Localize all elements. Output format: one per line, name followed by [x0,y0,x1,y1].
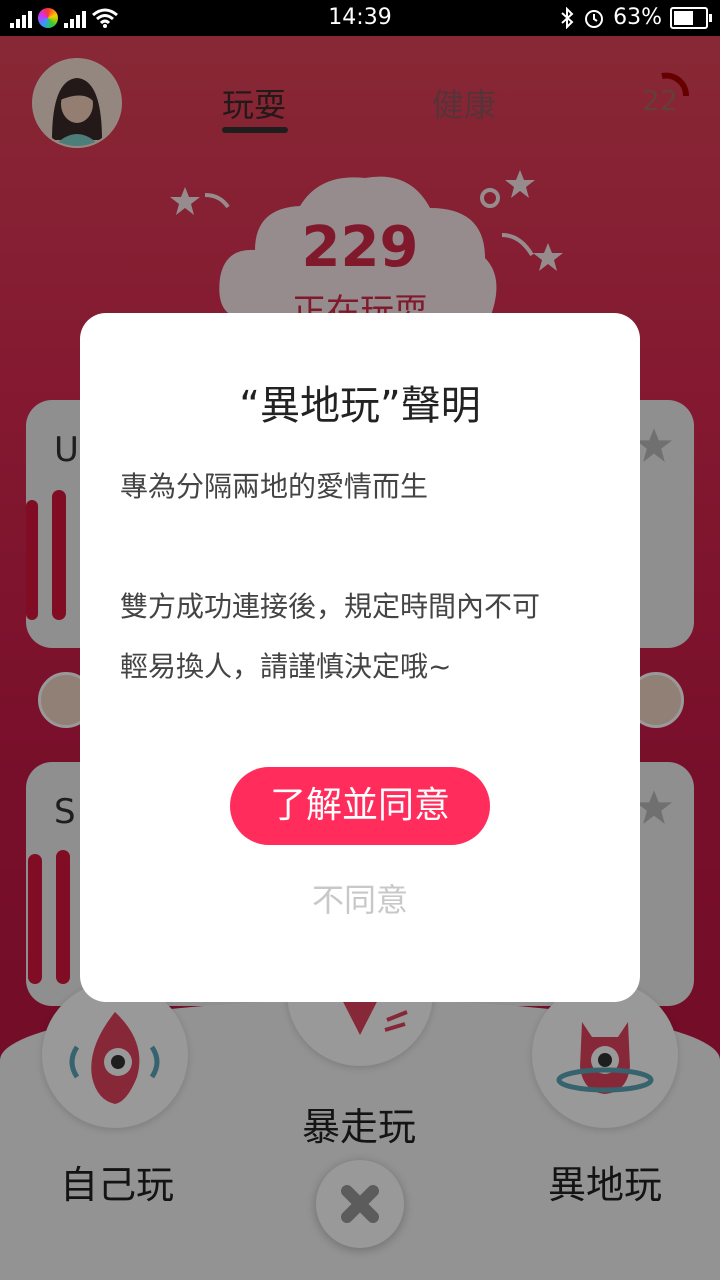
dialog-text-line: 輕易換人，請謹慎決定哦~ [120,650,452,683]
battery-icon [670,6,712,29]
status-bar: 14:39 63% [0,0,720,36]
app-screen: 14:39 63% 玩耍 健康 22 229 正在玩耍 U S 自己玩 暴走玩 … [0,0,720,1280]
battery-fill [674,10,693,25]
statement-dialog: “異地玩”聲明 專為分隔兩地的愛情而生 雙方成功連接後，規定時間內不可 輕易換人… [80,313,640,1002]
alarm-icon [585,9,604,28]
agree-button[interactable]: 了解並同意 [230,767,490,845]
status-right-icons: 63% [559,5,712,30]
dialog-text-line: 專為分隔兩地的愛情而生 [120,470,429,503]
battery-percent: 63% [613,5,662,30]
dialog-title: “異地玩”聲明 [239,383,481,429]
disagree-button[interactable]: 不同意 [80,875,640,921]
dialog-text-line: 雙方成功連接後，規定時間內不可 [120,590,541,623]
bluetooth-icon [561,6,574,29]
